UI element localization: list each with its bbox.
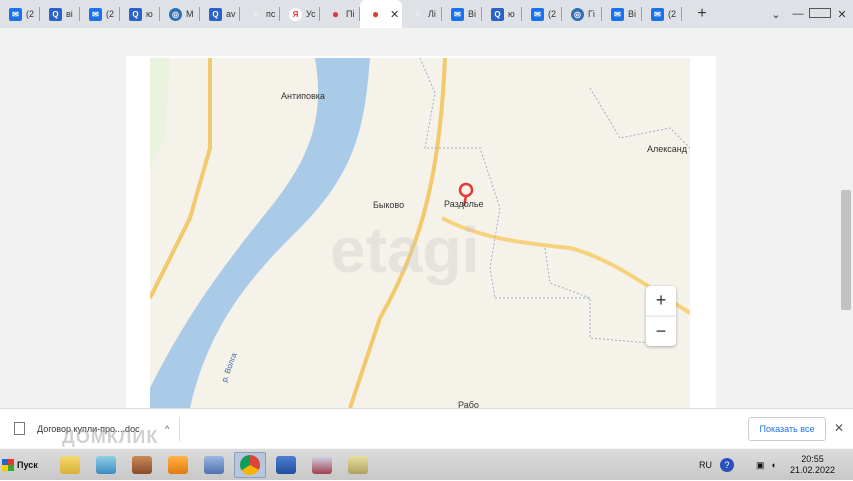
- tab-label: ю: [146, 9, 153, 19]
- browser-tab[interactable]: Qю: [120, 0, 160, 28]
- network-icon[interactable]: ▣: [756, 460, 765, 471]
- tab-label: (2: [26, 9, 35, 19]
- ring-icon: ◎: [169, 7, 182, 21]
- window-controls: ⌄ — ✕: [765, 0, 853, 28]
- zoom-out-button[interactable]: −: [646, 316, 676, 346]
- dots-icon: ⁘: [252, 9, 259, 19]
- tab-label: Ві: [468, 9, 477, 19]
- search-icon: Q: [491, 7, 504, 21]
- chrome-icon[interactable]: [234, 451, 266, 478]
- browser-tab[interactable]: Qav: [200, 0, 240, 28]
- tab-label: Лі: [428, 9, 436, 19]
- tab-label: av: [226, 9, 236, 19]
- zoom-in-button[interactable]: +: [646, 286, 676, 316]
- domclick-watermark: ДОМКЛИК: [62, 427, 159, 447]
- download-shelf: Договор купли-про....doc ^ ДОМКЛИК Показ…: [0, 408, 853, 448]
- language-indicator[interactable]: RU: [699, 460, 712, 470]
- tab-label: вi: [66, 9, 73, 19]
- place-label-antipovka: Антиповка: [281, 91, 325, 101]
- tab-label: Гі: [588, 9, 595, 19]
- download-options-chevron[interactable]: ^: [165, 416, 181, 441]
- tab-label: Пі: [346, 9, 355, 19]
- clock-time: 20:55: [801, 454, 824, 464]
- archive-app-icon[interactable]: [126, 452, 158, 478]
- tab-separator: [681, 7, 682, 21]
- place-label-razdolye: Раздолье: [444, 199, 484, 209]
- media-player-icon[interactable]: [162, 452, 194, 478]
- minimize-icon[interactable]: —: [787, 8, 809, 20]
- tab-bar: ✉ (2 Qвi ✉ (2 Qю ◎ M Qav ⁘ пс Я Ус ● Пі ● ✕ ⁘ Лі ✉ Ві Qю ✉ (2 ◎ Г…: [0, 0, 853, 28]
- browser-tab[interactable]: ✉ Ві: [602, 0, 642, 28]
- browser-tab[interactable]: Я Ус: [280, 0, 320, 28]
- tab-label: пс: [266, 9, 276, 19]
- browser-tab[interactable]: ✉ (2: [522, 0, 562, 28]
- mail-icon: ✉: [611, 7, 624, 21]
- tab-strip: ✉ (2 Qвi ✉ (2 Qю ◎ M Qav ⁘ пс Я Ус ● Пі ● ✕ ⁘ Лі ✉ Ві Qю ✉ (2 ◎ Г…: [0, 0, 682, 28]
- clock[interactable]: 20:55 21.02.2022: [790, 454, 835, 476]
- close-download-shelf-icon[interactable]: ✕: [834, 421, 844, 435]
- browser-tab[interactable]: ⁘ пс: [240, 0, 280, 28]
- scrollbar-thumb[interactable]: [841, 190, 851, 310]
- close-window-icon[interactable]: ✕: [831, 8, 853, 21]
- page-scrollbar[interactable]: [839, 56, 853, 408]
- pin-icon: ●: [331, 7, 340, 21]
- browser-tab[interactable]: ✉ (2: [0, 0, 40, 28]
- tab-label: M: [186, 9, 194, 19]
- tab-label: (2: [106, 9, 115, 19]
- document-icon: [14, 422, 25, 435]
- desktop-icon[interactable]: [54, 452, 86, 478]
- browser-tab[interactable]: ✉ (2: [80, 0, 120, 28]
- pdf-app-icon[interactable]: [306, 452, 338, 478]
- audio-app-icon[interactable]: [198, 452, 230, 478]
- browser-tab[interactable]: ✉ Ві: [442, 0, 482, 28]
- mail-icon: ✉: [651, 7, 664, 21]
- yandex-icon: Я: [289, 7, 302, 21]
- tab-label: (2: [668, 9, 677, 19]
- tab-label: (2: [548, 9, 557, 19]
- start-label: Пуск: [17, 459, 38, 470]
- mail-icon: ✉: [451, 7, 464, 21]
- browser-tab[interactable]: ◎ Гі: [562, 0, 602, 28]
- new-tab-button[interactable]: +: [688, 5, 716, 23]
- system-tray: RU ? ▣ ◖ 20:55 21.02.2022: [699, 449, 853, 481]
- tab-search-chevron-icon[interactable]: ⌄: [765, 8, 787, 21]
- browser-tab[interactable]: ⁘ Лі: [402, 0, 442, 28]
- mail-icon: ✉: [89, 7, 102, 21]
- paint-icon[interactable]: [342, 452, 374, 478]
- mail-icon: ✉: [9, 7, 22, 21]
- browser-tab[interactable]: Qю: [482, 0, 522, 28]
- tab-label: Ус: [306, 9, 316, 19]
- place-label-bottom: Рабо: [458, 400, 479, 408]
- place-label-bykovo: Быково: [373, 200, 405, 210]
- taskbar: Пуск RU ? ▣ ◖ 20:55 21.02.2022: [0, 448, 853, 480]
- place-label-aleksandr: Александ: [647, 144, 688, 154]
- show-all-downloads-button[interactable]: Показать все: [748, 417, 826, 441]
- dots-icon: ⁘: [414, 9, 421, 19]
- browser-tab[interactable]: Qвi: [40, 0, 80, 28]
- clock-date: 21.02.2022: [789, 465, 835, 475]
- map-watermark: etagi: [330, 214, 480, 286]
- browser-tab[interactable]: ✉ (2: [642, 0, 682, 28]
- mail-icon: ✉: [531, 7, 544, 21]
- pin-icon: ●: [371, 7, 380, 21]
- tab-close-icon[interactable]: ✕: [390, 8, 399, 21]
- search-icon: Q: [49, 7, 62, 21]
- file-manager-icon[interactable]: [90, 452, 122, 478]
- start-button[interactable]: Пуск: [2, 452, 48, 478]
- browser-tab[interactable]: ● Пі: [320, 0, 360, 28]
- tab-label: ю: [508, 9, 515, 19]
- volume-icon[interactable]: ◖: [771, 460, 776, 470]
- browser-tab[interactable]: ◎ M: [160, 0, 200, 28]
- search-icon: Q: [129, 7, 142, 21]
- map[interactable]: etagi Антиповка Александ Быково Раздолье…: [150, 58, 690, 408]
- restore-icon[interactable]: [809, 7, 831, 21]
- search-icon: Q: [209, 7, 222, 21]
- word-icon[interactable]: [270, 452, 302, 478]
- tab-label: Ві: [628, 9, 637, 19]
- ring-icon: ◎: [571, 7, 584, 21]
- help-icon[interactable]: ?: [720, 458, 734, 472]
- windows-logo-icon: [2, 458, 14, 471]
- browser-tab[interactable]: ● ✕: [360, 0, 402, 28]
